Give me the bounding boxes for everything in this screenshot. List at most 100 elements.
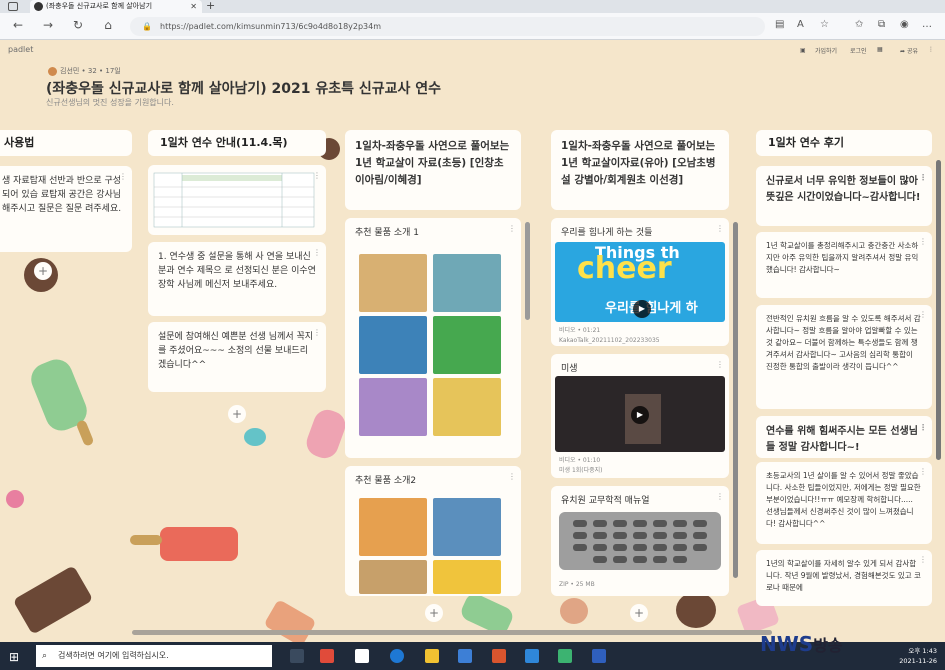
share-button[interactable]: ➦ 공유 (900, 46, 918, 55)
app-icon[interactable] (558, 649, 572, 663)
post-card[interactable]: ⋮ 전반적인 유치원 흐름을 알 수 있도록 해주셔서 감사합니다~ 정말 흐름… (756, 305, 932, 409)
video-thumbnail[interactable]: Things th cheer 우리를 힘나게 하 ▶ (555, 242, 725, 322)
post-card-video-cheer[interactable]: ⋮ 우리를 힘나게 하는 것들 Things th cheer 우리를 힘나게 … (551, 218, 729, 346)
photo-storage[interactable] (359, 254, 427, 312)
forward-icon[interactable]: → (40, 18, 56, 32)
favorite-icon[interactable]: ☆ (820, 19, 829, 30)
column-header-reviews[interactable]: 1일차 연수 후기 (756, 130, 932, 156)
sign-up-link[interactable]: 가입하기 (815, 46, 837, 55)
tab-actions-icon[interactable] (8, 2, 18, 11)
remake-icon[interactable]: ▣ (800, 47, 806, 54)
add-post-button[interactable]: + (228, 405, 246, 423)
post-card[interactable]: ⋮ 연수를 위해 힘써주시는 모든 선생님들 정말 감사합니다~! (756, 416, 932, 458)
padlet-logo[interactable]: padlet (8, 45, 33, 54)
post-menu-icon[interactable]: ⋮ (919, 309, 927, 321)
read-aloud-icon[interactable]: A (797, 19, 804, 30)
photo-supplies[interactable] (433, 254, 501, 312)
post-menu-icon[interactable]: ⋮ (716, 490, 724, 504)
play-icon[interactable]: ▶ (633, 300, 651, 318)
post-menu-icon[interactable]: ⋮ (313, 169, 321, 183)
post-card[interactable]: ⋮ 신규로서 너무 유익한 정보들이 많아 뜻깊은 시간이었습니다~감사합니다! (756, 166, 932, 226)
post-text: 1. 연수생 중 설문을 통해 사 연을 보내신 분과 연수 제목으 로 선정되… (158, 252, 316, 290)
app-icon[interactable] (492, 649, 506, 663)
photo-shelves[interactable] (359, 498, 427, 556)
post-card[interactable]: ⋮ 설문에 참여해신 예쁜분 선생 님께서 꼭지를 주셨어요~~~ 소정의 선물… (148, 322, 326, 392)
photo-cards[interactable] (433, 378, 501, 436)
zip-file-icon[interactable] (559, 512, 721, 570)
clock-date: 2021-11-26 (899, 657, 937, 665)
app-icon[interactable] (355, 649, 369, 663)
close-tab-icon[interactable]: ✕ (190, 0, 197, 13)
grid-icon[interactable]: ▦ (877, 46, 883, 53)
post-card[interactable]: ⋮ 초등교사의 1년 살이를 알 수 있어서 정말 좋았습니다. 사소한 팁들이… (756, 462, 932, 544)
add-post-button[interactable]: + (630, 604, 648, 622)
column-header-day1-guide[interactable]: 1일차 연수 안내(11.4.목) (148, 130, 326, 156)
refresh-icon[interactable]: ↻ (70, 18, 86, 32)
windows-start-icon[interactable]: ⊞ (9, 650, 19, 664)
post-card-items1[interactable]: ⋮ 추천 물품 소개 1 (345, 218, 521, 458)
file-explorer-icon[interactable] (425, 649, 439, 663)
post-menu-icon[interactable]: ⋮ (919, 236, 927, 248)
edge-icon[interactable] (390, 649, 404, 663)
post-text: 1년의 학교살이를 자세히 알수 있게 되서 감사합니다. 작년 9월에 발령났… (766, 559, 921, 592)
more-icon[interactable]: … (922, 19, 932, 30)
new-tab-icon[interactable]: + (206, 0, 215, 12)
photo-trays[interactable] (433, 560, 501, 594)
log-in-link[interactable]: 로그인 (850, 46, 867, 55)
post-card-items2[interactable]: ⋮ 추천 물품 소개2 (345, 466, 521, 596)
system-clock[interactable]: 오후 1:43 2021-11-26 (899, 646, 937, 666)
store-icon[interactable] (458, 649, 472, 663)
collections-icon[interactable]: ⧉ (878, 19, 885, 30)
post-card-zip[interactable]: ⋮ 유치원 교무학적 매뉴얼 ZIP • 25 MB (551, 486, 729, 596)
add-post-button[interactable]: + (34, 262, 52, 280)
horizontal-scrollbar[interactable] (132, 630, 772, 635)
post-menu-icon[interactable]: ⋮ (313, 326, 321, 340)
column-scrollbar[interactable] (525, 222, 530, 320)
post-card[interactable]: ⋮ 1년 학교살이를 총정리해주시고 충간충간 사소하지만 아주 유익한 팁을까… (756, 232, 932, 298)
column-scrollbar[interactable] (733, 222, 738, 578)
avatar (48, 66, 57, 76)
post-menu-icon[interactable]: ⋮ (919, 554, 927, 566)
url-field[interactable]: 🔒 https://padlet.com/kimsunmin713/6c9o4d… (130, 17, 765, 36)
app-icon[interactable] (525, 649, 539, 663)
more-options-icon[interactable]: ⋮ (928, 46, 934, 53)
post-menu-icon[interactable]: ⋮ (919, 170, 927, 186)
post-menu-icon[interactable]: ⋮ (716, 358, 724, 372)
post-menu-icon[interactable]: ⋮ (919, 466, 927, 478)
photo-puzzle[interactable] (433, 316, 501, 374)
column-header-kindergarten[interactable]: 1일차-좌충우돌 사연으로 풀어보는 1년 학교살이자료(유아) [오남초병설 … (551, 130, 729, 210)
post-card[interactable]: ⋮ 1. 연수생 중 설문을 통해 사 연을 보내신 분과 연수 제목으 로 선… (148, 242, 326, 316)
column-header-usage[interactable]: 사용법 (0, 130, 132, 156)
app-icon[interactable] (320, 649, 334, 663)
video-thumbnail[interactable]: ▶ (555, 376, 725, 452)
post-menu-icon[interactable]: ⋮ (716, 222, 724, 236)
decor-ball (676, 592, 716, 628)
home-icon[interactable]: ⌂ (100, 18, 116, 32)
post-menu-icon[interactable]: ⋮ (508, 222, 516, 236)
task-view-icon[interactable] (290, 649, 304, 663)
photo-boxes[interactable] (433, 498, 501, 556)
browser-tab[interactable]: (좌충우돌 신규교사로 함께 살아남기 ✕ (30, 0, 202, 13)
photo-sticks[interactable] (359, 378, 427, 436)
reader-icon[interactable]: ▤ (775, 19, 784, 30)
column-scrollbar[interactable] (936, 160, 941, 460)
post-menu-icon[interactable]: ⋮ (119, 170, 127, 184)
profile-icon[interactable]: ◉ (900, 19, 909, 30)
taskbar-search[interactable]: ⌕ 검색하려면 여기에 입력하십시오. (36, 645, 272, 667)
post-menu-icon[interactable]: ⋮ (313, 246, 321, 260)
post-card[interactable]: ⋮ 1년의 학교살이를 자세히 알수 있게 되서 감사합니다. 작년 9월에 발… (756, 550, 932, 606)
photo-toys[interactable] (359, 316, 427, 374)
post-card-schedule[interactable]: ⋮ (148, 165, 326, 235)
back-icon[interactable]: ← (10, 18, 26, 32)
post-card[interactable]: ⋮ 생 자료탑재 선반과 반으로 구성되어 있습 료탑재 공간은 강사님 해주시… (0, 166, 132, 252)
photo-table[interactable] (359, 560, 427, 594)
post-menu-icon[interactable]: ⋮ (919, 420, 927, 436)
board-subtitle: 신규선생님의 멋진 성장을 기원합니다. (46, 98, 174, 107)
play-icon[interactable]: ▶ (631, 406, 649, 424)
post-card-video-misaeng[interactable]: ⋮ 미생 ▶ 비디오 • 01:10 미생 1회(다중지) (551, 354, 729, 478)
word-icon[interactable] (592, 649, 606, 663)
add-post-button[interactable]: + (425, 604, 443, 622)
column-header-elementary[interactable]: 1일차-좌충우돌 사연으로 풀어보는 1년 학교살이 자료(초등) [인창초 이… (345, 130, 521, 210)
post-menu-icon[interactable]: ⋮ (508, 470, 516, 484)
favorites-list-icon[interactable]: ✩ (855, 19, 863, 30)
